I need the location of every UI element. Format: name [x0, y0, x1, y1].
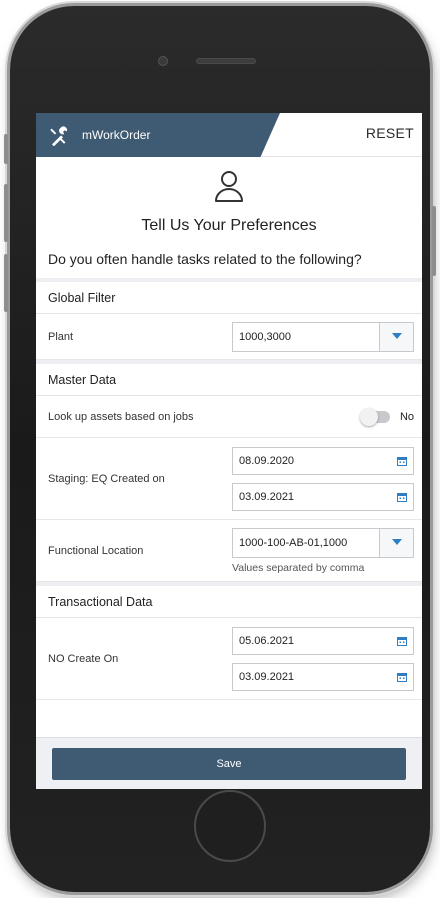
plant-row: Plant 1000,3000 [36, 314, 422, 360]
staging-eq-row: Staging: EQ Created on 08.09.2020 03.09.… [36, 438, 422, 520]
lookup-assets-row: Look up assets based on jobs No [36, 396, 422, 438]
no-create-from-value: 05.06.2021 [239, 634, 295, 647]
footer-bar: Save [36, 737, 422, 789]
functional-location-value: 1000-100-AB-01,1000 [239, 536, 348, 549]
calendar-icon [397, 456, 407, 466]
functional-location-label: Functional Location [48, 544, 144, 557]
phone-power-button [432, 206, 436, 276]
calendar-icon [397, 492, 407, 502]
front-camera [158, 56, 168, 66]
plant-label: Plant [48, 330, 74, 343]
calendar-icon [397, 636, 407, 646]
chevron-down-icon [391, 539, 402, 545]
functional-location-select[interactable]: 1000-100-AB-01,1000 [232, 527, 414, 558]
phone-mute-switch [4, 134, 8, 164]
lookup-assets-label: Look up assets based on jobs [48, 410, 194, 423]
staging-eq-to-value: 03.09.2021 [239, 490, 295, 503]
lookup-assets-toggle-text: No [399, 410, 414, 423]
page-title: Tell Us Your Preferences [141, 217, 317, 234]
phone-volume-down [4, 254, 8, 312]
reset-button[interactable]: RESET [366, 125, 414, 141]
staging-eq-date-range: 08.09.2020 03.09.2021 [232, 446, 414, 511]
preferences-question: Do you often handle tasks related to the… [48, 251, 362, 267]
app-brand: mWorkOrder [36, 113, 280, 157]
plant-value: 1000,3000 [239, 330, 291, 343]
no-create-to-date[interactable]: 03.09.2021 [232, 662, 414, 691]
lookup-assets-toggle[interactable] [359, 407, 390, 426]
no-create-date-range: 05.06.2021 03.09.2021 [232, 626, 414, 691]
tools-icon [50, 126, 68, 146]
home-button[interactable] [194, 790, 266, 862]
toggle-knob [359, 407, 378, 426]
plant-dropdown-toggle[interactable] [379, 322, 413, 351]
section-global-filter: Global Filter [36, 278, 422, 314]
save-button[interactable]: Save [52, 747, 406, 780]
functional-location-field: 1000-100-AB-01,1000 Values separated by … [232, 527, 414, 574]
section-master-data: Master Data [36, 360, 422, 396]
calendar-icon [397, 672, 407, 682]
section-transactional-data: Transactional Data [36, 582, 422, 618]
staging-eq-to-date[interactable]: 03.09.2021 [232, 482, 414, 511]
no-create-to-value: 03.09.2021 [239, 670, 295, 683]
no-create-from-date[interactable]: 05.06.2021 [232, 626, 414, 655]
functional-location-hint: Values separated by comma [232, 561, 365, 574]
staging-eq-label: Staging: EQ Created on [48, 472, 165, 485]
staging-eq-from-date[interactable]: 08.09.2020 [232, 446, 414, 475]
no-create-label: NO Create On [48, 652, 119, 665]
app-title: mWorkOrder [82, 128, 151, 142]
functional-location-dropdown-toggle[interactable] [379, 528, 413, 557]
staging-eq-from-value: 08.09.2020 [239, 454, 295, 467]
functional-location-row: Functional Location 1000-100-AB-01,1000 … [36, 520, 422, 582]
user-profile-icon [215, 171, 243, 202]
plant-select[interactable]: 1000,3000 [232, 321, 414, 352]
phone-volume-up [4, 184, 8, 242]
chevron-down-icon [391, 333, 402, 339]
app-screen: mWorkOrder RESET Tell Us Your Preference… [36, 113, 422, 789]
earpiece-speaker [196, 58, 256, 64]
no-create-row: NO Create On 05.06.2021 03.09.2021 [36, 618, 422, 700]
app-header: mWorkOrder RESET [36, 113, 422, 157]
